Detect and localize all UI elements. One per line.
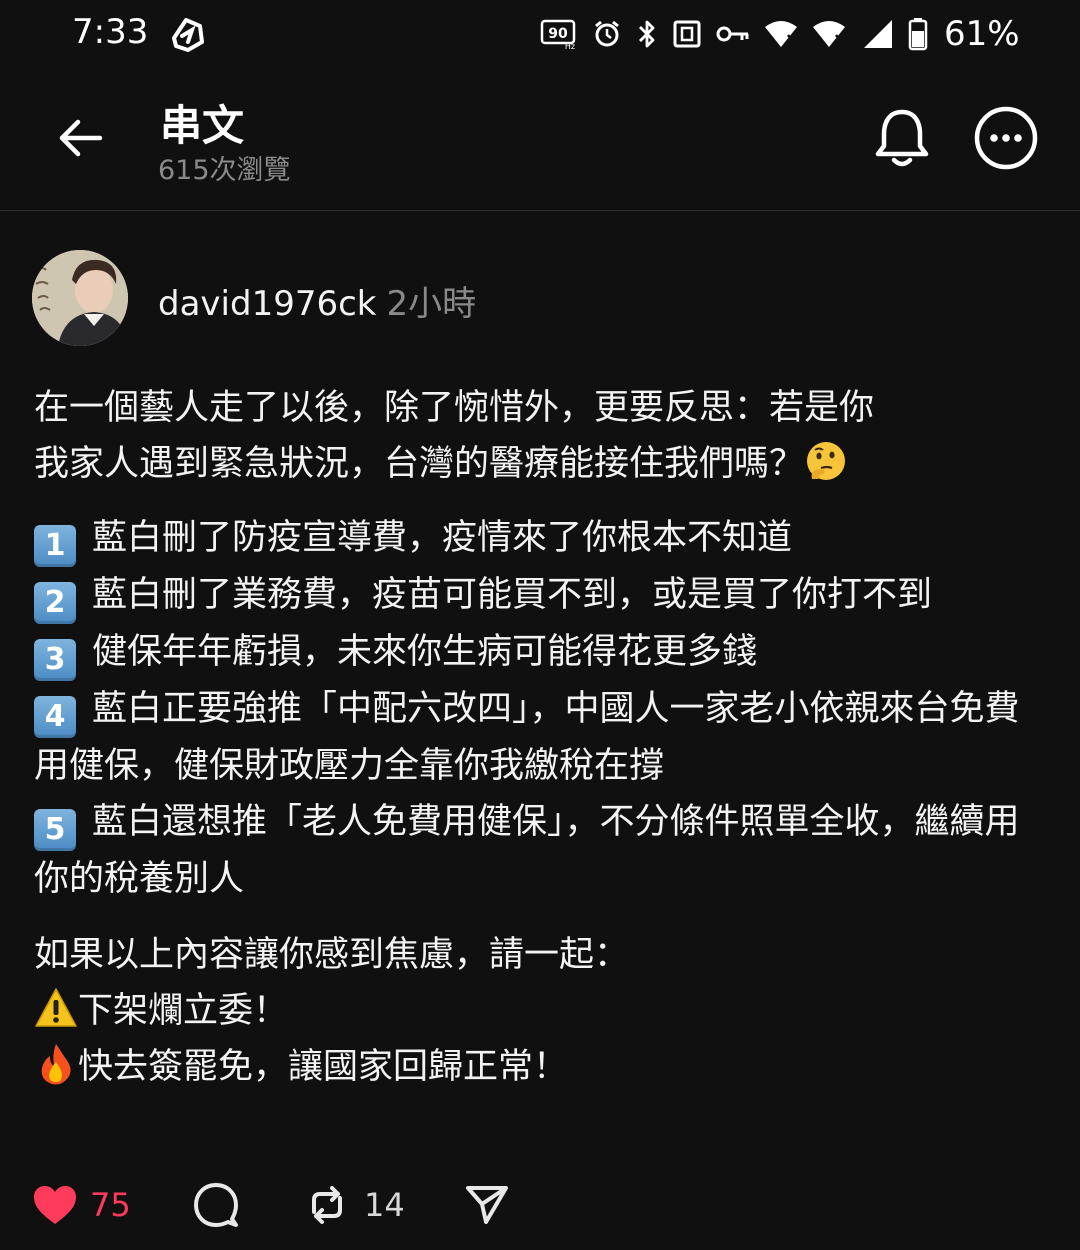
nfc-icon bbox=[673, 20, 701, 48]
send-icon bbox=[466, 1186, 508, 1224]
cell-signal-icon bbox=[864, 20, 892, 48]
thinking-face-icon bbox=[807, 442, 846, 480]
list-item: 4 藍白正要強推「中配六改四」，中國人一家老小依親來台免費用健保，健保財政壓力全靠… bbox=[34, 681, 1044, 794]
post-actions: 75 14 bbox=[0, 1170, 1080, 1240]
intro-line-2: 我家人遇到緊急狀況，台灣的醫療能接住我們嗎？ bbox=[34, 436, 1044, 492]
keycap-number-icon: 5 bbox=[34, 809, 76, 851]
svg-text:Hz: Hz bbox=[565, 42, 575, 49]
closing-line: 如果以上內容讓你感到焦慮，請一起： bbox=[34, 935, 630, 975]
post-body: 在一個藝人走了以後，除了惋惜外，更要反思：若是你 我家人遇到緊急狀況，台灣的醫療… bbox=[34, 380, 1044, 1095]
repost-count: 14 bbox=[364, 1186, 405, 1224]
alarm-icon bbox=[595, 20, 619, 47]
like-button[interactable]: 75 bbox=[32, 1170, 131, 1240]
list-item-text: 藍白正要強推「中配六改四」，中國人一家老小依親來台免費用健保，健保財政壓力全靠你… bbox=[34, 689, 1020, 786]
wifi-icon bbox=[813, 21, 845, 47]
refresh-rate-label: 90 bbox=[548, 26, 568, 42]
list-item: 3 健保年年虧損，未來你生病可能得花更多錢 bbox=[34, 624, 1044, 681]
comment-button[interactable] bbox=[192, 1170, 240, 1240]
app-logo-icon bbox=[172, 18, 204, 52]
list-item-text: 藍白還想推「老人免費用健保」，不分條件照單全收，繼續用你的稅養別人 bbox=[34, 802, 1020, 899]
list-item-text: 藍白刪了業務費，疫苗可能買不到，或是買了你打不到 bbox=[92, 575, 933, 615]
avatar-image bbox=[32, 250, 128, 346]
keycap-number-icon: 3 bbox=[34, 639, 76, 681]
intro-line-2-text: 我家人遇到緊急狀況，台灣的醫療能接住我們嗎？ bbox=[34, 444, 805, 484]
warning-icon bbox=[35, 988, 77, 1027]
notification-bell-icon[interactable] bbox=[872, 106, 932, 170]
call-to-action-2: 快去簽罷免，讓國家回歸正常！ bbox=[34, 1039, 1044, 1095]
view-count: 615次瀏覽 bbox=[158, 155, 291, 186]
refresh-rate-icon: 90 Hz bbox=[540, 19, 576, 49]
author-username[interactable]: david1976ck bbox=[158, 284, 376, 324]
list-item: 2 藍白刪了業務費，疫苗可能買不到，或是買了你打不到 bbox=[34, 567, 1044, 624]
battery-percent: 61% bbox=[944, 14, 1020, 54]
list-item-text: 健保年年虧損，未來你生病可能得花更多錢 bbox=[92, 632, 758, 672]
keycap-number-icon: 2 bbox=[34, 582, 76, 624]
comment-bubble-icon bbox=[194, 1183, 238, 1227]
fire-icon bbox=[41, 1044, 71, 1085]
more-options-icon[interactable] bbox=[972, 104, 1040, 172]
avatar[interactable] bbox=[32, 250, 128, 346]
repost-icon bbox=[312, 1186, 342, 1224]
back-arrow-icon[interactable] bbox=[52, 110, 108, 166]
page-title: 串文 bbox=[160, 101, 245, 150]
keycap-number-icon: 4 bbox=[34, 696, 76, 738]
status-bar: 7:33 90 Hz 61% bbox=[0, 0, 1080, 70]
call-to-action-1: 下架爛立委！ bbox=[34, 983, 1044, 1039]
share-button[interactable] bbox=[464, 1170, 510, 1240]
call-to-action-2-text: 快去簽罷免，讓國家回歸正常！ bbox=[78, 1047, 569, 1087]
author-line: david1976ck 2小時 bbox=[158, 276, 476, 325]
intro-line-1: 在一個藝人走了以後，除了惋惜外，更要反思：若是你 bbox=[34, 388, 875, 428]
like-count: 75 bbox=[90, 1186, 131, 1224]
wifi-icon bbox=[765, 21, 797, 47]
post-time: 2小時 bbox=[386, 284, 477, 324]
keycap-number-icon: 1 bbox=[34, 525, 76, 567]
list-item-text: 藍白刪了防疫宣導費，疫情來了你根本不知道 bbox=[92, 518, 793, 558]
list-item: 5 藍白還想推「老人免費用健保」，不分條件照單全收，繼續用你的稅養別人 bbox=[34, 794, 1044, 907]
call-to-action-1-text: 下架爛立委！ bbox=[78, 991, 289, 1031]
top-app-bar: 串文 615次瀏覽 bbox=[0, 70, 1080, 211]
repost-button[interactable]: 14 bbox=[304, 1170, 405, 1240]
status-time: 7:33 bbox=[72, 12, 149, 52]
vpn-key-icon bbox=[716, 26, 749, 42]
bluetooth-icon bbox=[639, 20, 655, 48]
list-item: 1 藍白刪了防疫宣導費，疫情來了你根本不知道 bbox=[34, 510, 1044, 567]
heart-filled-icon bbox=[34, 1186, 76, 1224]
battery-icon bbox=[908, 18, 928, 51]
